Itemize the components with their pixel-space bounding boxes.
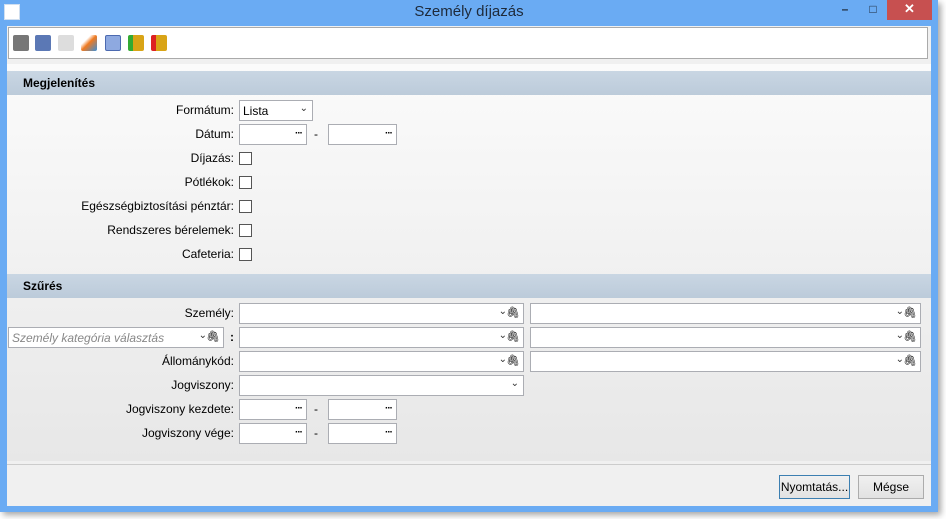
staff-code-combo-2[interactable]: ⌄ 🖇 xyxy=(530,351,921,372)
maximize-button[interactable]: □ xyxy=(860,0,886,20)
category-placeholder: Személy kategória választás xyxy=(12,331,165,345)
toolbar xyxy=(8,27,928,59)
format-value: Lista xyxy=(243,104,269,118)
cancel-button[interactable]: Mégse xyxy=(858,475,924,499)
paperclip-icon[interactable]: 🖇 xyxy=(206,330,220,343)
date-picker-button[interactable]: ··· xyxy=(385,427,393,438)
relation-end-to[interactable]: ··· xyxy=(328,423,397,444)
print-icon[interactable] xyxy=(13,35,29,51)
colon-label: : xyxy=(230,330,234,344)
person-combo-2[interactable]: ⌄ 🖇 xyxy=(530,303,921,324)
staff-code-combo[interactable]: ⌄ 🖇 xyxy=(239,351,524,372)
fee-checkbox[interactable] xyxy=(239,152,252,165)
relation-start-from[interactable]: ··· xyxy=(239,399,307,420)
paperclip-icon[interactable]: 🖇 xyxy=(506,330,520,343)
date-dash: - xyxy=(314,127,318,141)
date-picker-button[interactable]: ··· xyxy=(295,427,303,438)
section-display-header: Megjelenítés xyxy=(7,71,931,95)
relation-combo[interactable]: ⌄ xyxy=(239,375,524,396)
format-label: Formátum: xyxy=(175,103,234,117)
cafeteria-checkbox[interactable] xyxy=(239,248,252,261)
section-filter-header: Szűrés xyxy=(7,274,931,298)
staff-code-label: Állománykód: xyxy=(161,354,234,368)
person-label: Személy: xyxy=(184,306,234,320)
relation-end-from[interactable]: ··· xyxy=(239,423,307,444)
footer-divider xyxy=(7,464,931,465)
relation-start-to[interactable]: ··· xyxy=(328,399,397,420)
date-dash: - xyxy=(314,426,318,440)
relation-start-label: Jogviszony kezdete: xyxy=(125,402,234,416)
window-title: Személy díjazás xyxy=(414,3,524,20)
allowance-checkbox[interactable] xyxy=(239,176,252,189)
date-picker-button[interactable]: ··· xyxy=(295,403,303,414)
paperclip-icon[interactable]: 🖇 xyxy=(506,306,520,319)
relation-label: Jogviszony: xyxy=(171,378,234,392)
minimize-button[interactable]: – xyxy=(832,0,858,20)
paperclip-icon[interactable]: 🖇 xyxy=(903,354,917,367)
category-value-combo-2[interactable]: ⌄ 🖇 xyxy=(530,327,921,348)
paperclip-icon[interactable]: 🖇 xyxy=(903,306,917,319)
client-area: Megjelenítés Formátum: Lista ⌄ Dátum: ···… xyxy=(7,26,931,506)
format-select[interactable]: Lista ⌄ xyxy=(239,100,313,121)
date-picker-button[interactable]: ··· xyxy=(295,128,303,139)
calculator-icon[interactable] xyxy=(105,35,121,51)
chevron-down-icon[interactable]: ⌄ xyxy=(511,378,519,389)
regular-pay-checkbox[interactable] xyxy=(239,224,252,237)
date-from-field[interactable]: ··· xyxy=(239,124,307,145)
date-picker-button[interactable]: ··· xyxy=(385,128,393,139)
db-import-icon[interactable] xyxy=(128,35,144,51)
preview-icon[interactable] xyxy=(35,35,51,51)
person-combo[interactable]: ⌄ 🖇 xyxy=(239,303,524,324)
date-dash: - xyxy=(314,402,318,416)
close-button[interactable]: ✕ xyxy=(887,0,932,20)
regular-pay-label: Rendszeres bérelemek: xyxy=(107,223,234,237)
category-combo[interactable]: Személy kategória választás ⌄ 🖇 xyxy=(8,327,224,348)
db-export-icon[interactable] xyxy=(151,35,167,51)
print-button[interactable]: Nyomtatás... xyxy=(779,475,850,499)
health-fund-checkbox[interactable] xyxy=(239,200,252,213)
edit-icon[interactable] xyxy=(81,35,97,51)
fee-label: Díjazás: xyxy=(190,151,234,165)
paperclip-icon[interactable]: 🖇 xyxy=(903,330,917,343)
health-fund-label: Egészségbiztosítási pénztár: xyxy=(81,199,234,213)
date-picker-button[interactable]: ··· xyxy=(385,403,393,414)
relation-end-label: Jogviszony vége: xyxy=(141,426,234,440)
date-to-field[interactable]: ··· xyxy=(328,124,397,145)
allowance-label: Pótlékok: xyxy=(184,175,234,189)
export-icon xyxy=(58,35,74,51)
category-value-combo[interactable]: ⌄ 🖇 xyxy=(239,327,524,348)
date-label: Dátum: xyxy=(195,127,234,141)
paperclip-icon[interactable]: 🖇 xyxy=(506,354,520,367)
chevron-down-icon: ⌄ xyxy=(299,103,308,114)
cafeteria-label: Cafeteria: xyxy=(181,247,234,261)
form-panel: Megjelenítés Formátum: Lista ⌄ Dátum: ···… xyxy=(7,64,931,461)
window: Személy díjazás – □ ✕ Megjelenítés Formá… xyxy=(0,0,938,512)
